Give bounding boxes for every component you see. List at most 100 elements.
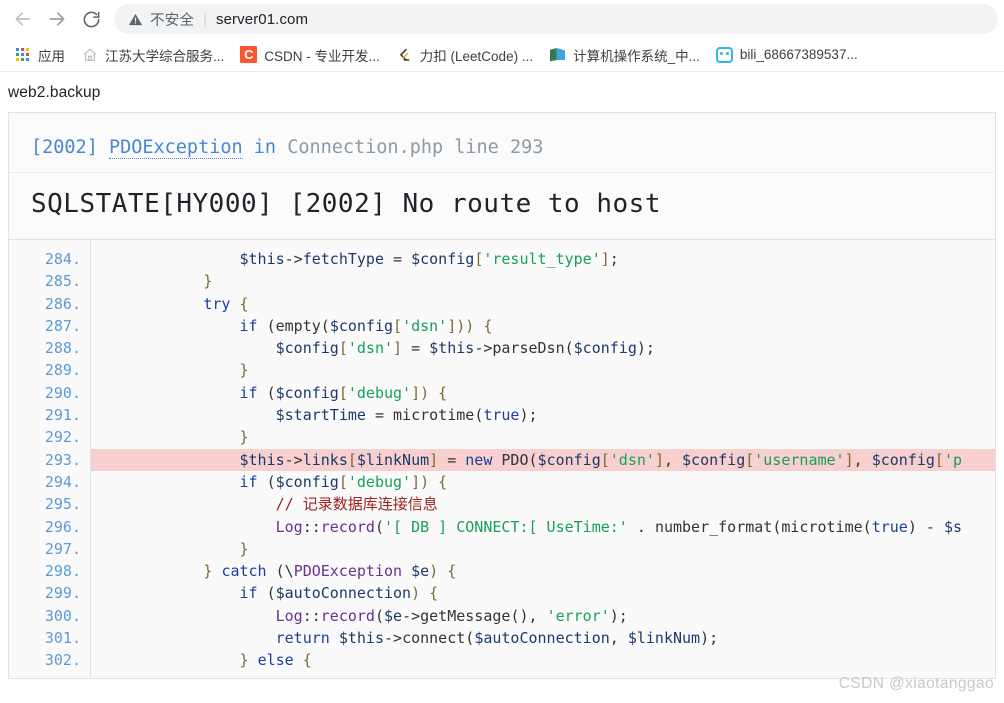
bookmark-apps[interactable]: 应用 xyxy=(6,42,73,68)
omnibox-separator: | xyxy=(203,10,208,28)
code-token: = xyxy=(402,339,430,358)
page-title: web2.backup xyxy=(8,84,101,101)
code-line: } else { xyxy=(91,649,995,671)
code-token: 'error' xyxy=(546,606,610,625)
code-token: [ xyxy=(745,450,755,469)
exception-line-word: line xyxy=(454,137,499,158)
url-text[interactable]: server01.com xyxy=(216,11,308,28)
code-token: new xyxy=(465,450,493,469)
bookmark-jiangsu-university[interactable]: 江苏大学综合服务... xyxy=(73,42,232,68)
bookmark-label: 计算机操作系统_中... xyxy=(573,48,700,64)
code-token: parseDsn xyxy=(492,339,565,358)
back-button[interactable] xyxy=(6,2,40,36)
code-line: } xyxy=(91,359,995,381)
code-token: ( xyxy=(257,316,276,335)
code-token: ] xyxy=(411,383,421,402)
code-token: number_format xyxy=(654,517,773,536)
code-token: ) { xyxy=(429,562,457,581)
code-token: ( xyxy=(862,517,872,536)
address-bar[interactable]: 不安全 | server01.com xyxy=(114,4,998,34)
code-token: ( xyxy=(474,406,484,425)
bookmark-os-book[interactable]: 计算机操作系统_中... xyxy=(541,42,708,68)
code-token: if xyxy=(239,316,258,335)
arrow-left-icon xyxy=(13,9,33,29)
code-line: } catch (\PDOException $e) { xyxy=(91,560,995,582)
code-token: if xyxy=(239,472,258,491)
warning-triangle-icon[interactable] xyxy=(128,12,143,27)
code-token: record xyxy=(320,517,375,536)
line-number: 286. xyxy=(44,294,81,313)
code-token: -> xyxy=(384,629,403,648)
code-token: $e xyxy=(384,606,403,625)
code-token: $autoConnection xyxy=(275,584,412,603)
code-token: ] xyxy=(429,450,439,469)
code-token: fetchType xyxy=(302,250,384,268)
code-line: if (empty($config['dsn'])) { xyxy=(91,315,995,337)
code-token: ); xyxy=(519,406,538,425)
code-token: (), xyxy=(510,606,547,625)
code-line: } xyxy=(91,426,995,448)
home-icon xyxy=(81,46,98,63)
code-token: ] xyxy=(654,450,664,469)
code-token: ] xyxy=(600,250,610,268)
code-token: = xyxy=(438,450,466,469)
forward-button[interactable] xyxy=(40,2,74,36)
code-token: record xyxy=(320,606,375,625)
code-token: true xyxy=(483,406,520,425)
apps-grid-icon xyxy=(14,46,31,63)
code-token: -> xyxy=(402,606,421,625)
code-token: } xyxy=(239,428,249,447)
code-token: )) { xyxy=(456,316,493,335)
line-number: 295. xyxy=(44,495,81,514)
bookmark-leetcode[interactable]: 力扣 (LeetCode) ... xyxy=(388,42,541,68)
code-token: { xyxy=(230,294,249,313)
code-line: Log::record('[ DB ] CONNECT:[ UseTime:' … xyxy=(91,516,995,538)
code-token: [ xyxy=(474,250,484,268)
code-token: $this xyxy=(239,450,285,469)
bookmark-bilibili[interactable]: bili_68667389537... xyxy=(708,42,866,68)
code-token: if xyxy=(239,584,258,603)
code-token: $this xyxy=(338,629,384,648)
code-token: $config xyxy=(573,339,637,358)
code-token: [ xyxy=(338,383,348,402)
code-token: $autoConnection xyxy=(474,629,610,648)
code-token: $config xyxy=(275,472,339,491)
reload-button[interactable] xyxy=(74,2,108,36)
code-token: 'debug' xyxy=(347,472,412,491)
code-token: -> xyxy=(284,250,303,268)
code-token: [ xyxy=(600,450,610,469)
bookmark-csdn[interactable]: C CSDN - 专业开发... xyxy=(232,42,388,68)
line-number: 302. xyxy=(44,651,81,670)
code-token: else xyxy=(257,651,294,670)
code-token: $s xyxy=(943,517,962,536)
code-token: ( xyxy=(257,383,276,402)
code-token: } xyxy=(239,651,258,670)
code-token: ( xyxy=(374,517,384,536)
code-token: ] xyxy=(411,472,421,491)
code-token: ) { xyxy=(420,383,448,402)
exception-type-link[interactable]: PDOException xyxy=(108,137,243,159)
line-number: 288. xyxy=(44,339,81,358)
bookmark-label: bili_68667389537... xyxy=(739,47,858,62)
code-line: if ($autoConnection) { xyxy=(91,582,995,604)
code-token: , xyxy=(663,450,683,469)
code-token: ] xyxy=(393,339,403,358)
code-token: 'p xyxy=(943,450,962,469)
code-line: $this->fetchType = $config['result_type'… xyxy=(91,248,995,270)
code-line: } xyxy=(91,538,995,560)
code-token: - xyxy=(916,517,944,536)
exception-file: Connection.php xyxy=(287,137,444,158)
